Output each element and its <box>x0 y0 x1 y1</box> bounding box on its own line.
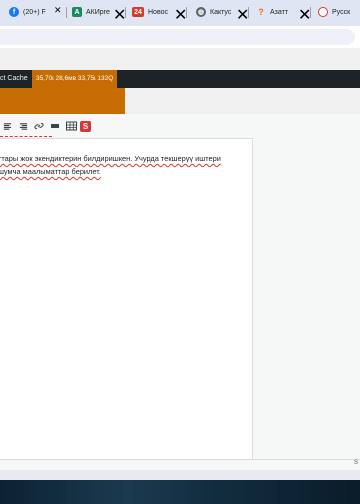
russian-site-icon <box>318 7 328 17</box>
cache-stats-badge[interactable]: 35,70ɩ 28,6мв 33,75ɩ 132Q <box>32 70 118 88</box>
browser-content-gap <box>0 48 360 70</box>
tab-title: Русск <box>332 8 351 16</box>
cache-menu-label[interactable]: ct Cache <box>0 70 28 88</box>
close-icon[interactable]: ✕ <box>54 5 62 16</box>
tab-separator <box>310 7 311 18</box>
browser-tab-azattyk[interactable]: ? Азатт <box>256 2 296 22</box>
address-field[interactable] <box>0 29 355 45</box>
align-right-icon[interactable] <box>16 119 30 133</box>
wp-admin-bar: ct Cache 35,70ɩ 28,6мв 33,75ɩ 132Q <box>0 70 360 88</box>
editor-toolbar: S <box>0 118 93 134</box>
content-line: шумча маалыматтар берилет. <box>0 167 101 176</box>
link-icon[interactable] <box>32 119 46 133</box>
news-logo-icon: 24 <box>132 7 144 17</box>
os-taskbar <box>0 480 360 504</box>
post-content-editor[interactable]: ттары жок экендиктерин билдиришкен. Учур… <box>0 138 253 460</box>
tab-title: АКИpre <box>86 8 110 16</box>
akipress-logo-icon: A <box>72 7 82 17</box>
editor-side-panel <box>253 138 360 459</box>
browser-tab-facebook[interactable]: f (20+) F <box>9 2 59 22</box>
content-paragraph[interactable]: ттары жок экендиктерин билдиришкен. Учур… <box>0 152 248 178</box>
horizontal-rule-icon[interactable] <box>48 119 62 133</box>
globe-icon: ◍ <box>196 7 206 17</box>
tab-separator <box>186 7 187 18</box>
question-icon: ? <box>258 7 264 17</box>
browser-tab-bar: f (20+) F ✕ A АКИpre ✕ 24 Новос ✕ ◍ Какт… <box>0 0 360 26</box>
tab-title: Кактус <box>210 8 232 16</box>
browser-tab-russian[interactable]: Русск <box>318 2 360 22</box>
browser-tab-news[interactable]: 24 Новос <box>132 2 170 22</box>
tab-separator <box>248 7 249 18</box>
align-justify-icon[interactable] <box>0 119 14 133</box>
table-icon[interactable] <box>64 119 78 133</box>
accent-tab-strip <box>0 88 125 114</box>
spellcheck-s-icon[interactable]: S <box>80 120 91 132</box>
status-text: S <box>353 460 358 466</box>
tab-title: Азатт <box>270 8 289 16</box>
toolbar-divider <box>0 136 52 137</box>
browser-tab-akipress[interactable]: A АКИpre <box>72 2 112 22</box>
tab-title: Новос <box>148 8 168 16</box>
tab-separator <box>125 7 126 18</box>
tab-separator <box>66 7 67 18</box>
address-bar-row <box>0 26 360 48</box>
facebook-icon: f <box>9 7 19 17</box>
window-bottom-edge <box>0 470 360 480</box>
browser-tab-kaktus[interactable]: ◍ Кактус <box>196 2 236 22</box>
content-line: ттары жок экендиктерин билдиришкен. Учур… <box>0 154 221 163</box>
